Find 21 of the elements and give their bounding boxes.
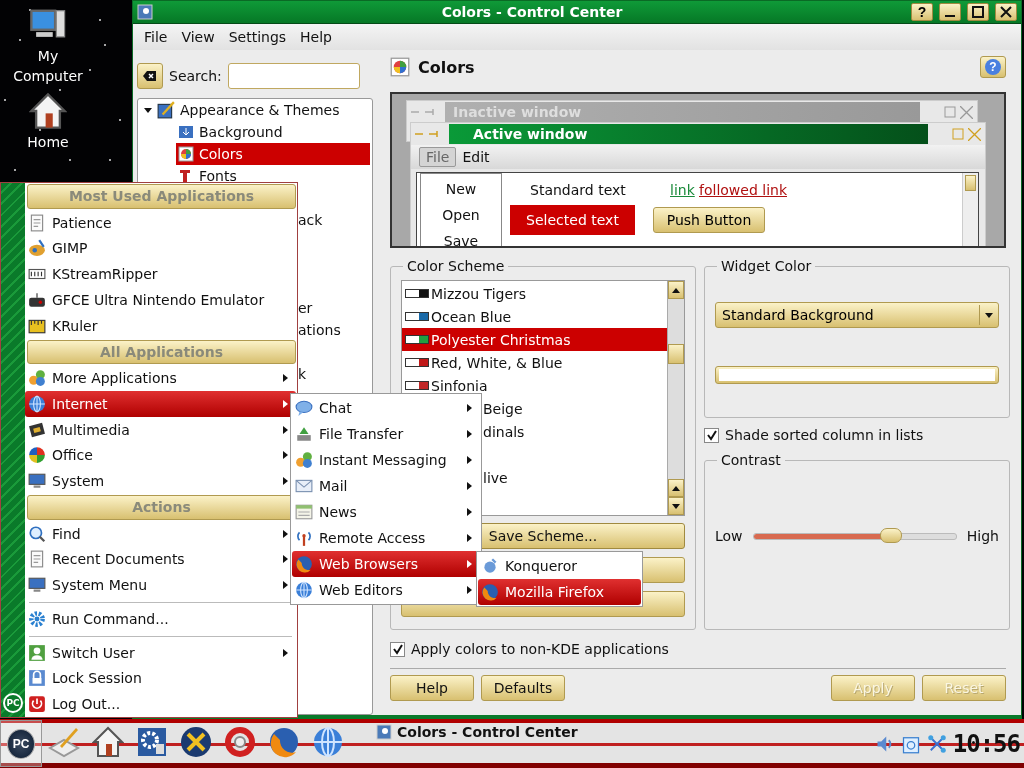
- active-window-title: Active window: [449, 124, 928, 144]
- slider-min-label: Low: [715, 528, 743, 544]
- group-title: Contrast: [720, 452, 782, 468]
- preview-popup-item: New: [445, 180, 477, 199]
- followed-link-sample: followed link: [699, 182, 787, 198]
- preview-popup-item: Open: [442, 206, 480, 225]
- group-title: Widget Color: [720, 258, 813, 274]
- preview-popup-item: Save: [443, 232, 479, 246]
- group-title: Color Scheme: [406, 258, 506, 274]
- menu-logo: PC: [3, 693, 23, 713]
- link-sample: link: [670, 182, 695, 198]
- checkbox-label: Apply colors to non-KDE applications: [411, 641, 669, 657]
- selected-text-sample: Selected text: [510, 205, 635, 235]
- menu-section-header: All Applications: [27, 339, 296, 365]
- checkbox-label: Shade sorted column in lists: [725, 427, 924, 443]
- menu-section-header: Most Used Applications: [27, 184, 296, 209]
- slider-max-label: High: [966, 528, 999, 544]
- search-label: Search:: [169, 68, 222, 84]
- standard-text-sample: Standard text: [530, 182, 626, 198]
- module-title: Colors: [418, 57, 476, 77]
- window-title: Colors - Control Center: [440, 4, 624, 20]
